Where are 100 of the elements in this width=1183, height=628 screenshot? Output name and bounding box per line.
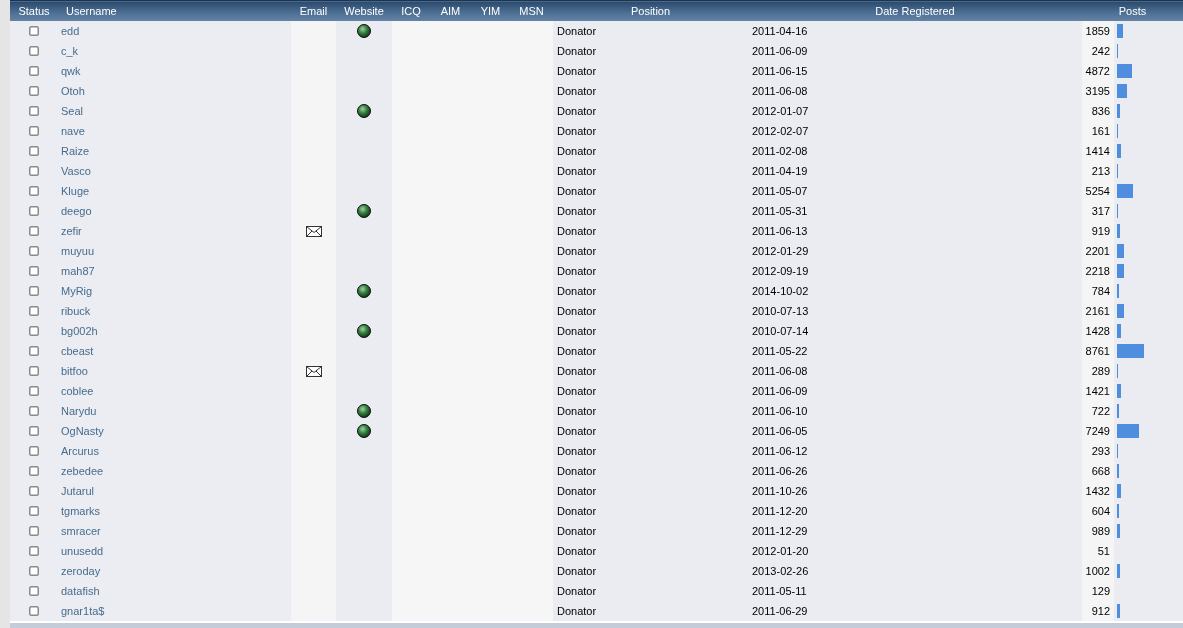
username-link[interactable]: gnar1ta$: [58, 605, 105, 617]
position-text: Donator: [557, 65, 597, 77]
post-count: 1002: [1085, 565, 1110, 577]
position-text: Donator: [557, 25, 597, 37]
username-link[interactable]: bg002h: [58, 325, 98, 337]
position-text: Donator: [557, 225, 597, 237]
position-text: Donator: [557, 165, 597, 177]
column-header[interactable]: Posts: [1118, 5, 1147, 17]
globe-icon[interactable]: [357, 24, 371, 38]
position-text: Donator: [557, 585, 597, 597]
registration-date: 2011-12-20: [752, 505, 808, 517]
position-text: Donator: [557, 385, 597, 397]
username-link[interactable]: unusedd: [58, 545, 104, 557]
post-count: 242: [1091, 45, 1110, 57]
username-link[interactable]: nave: [58, 125, 85, 137]
registration-date: 2011-04-19: [752, 165, 808, 177]
position-text: Donator: [557, 605, 597, 617]
post-count: 604: [1091, 505, 1110, 517]
position-text: Donator: [557, 425, 597, 437]
position-text: Donator: [557, 365, 597, 377]
post-count: 1859: [1085, 25, 1110, 37]
post-count: 213: [1091, 165, 1110, 177]
globe-icon[interactable]: [357, 424, 371, 438]
username-link[interactable]: smracer: [58, 525, 101, 537]
globe-icon[interactable]: [357, 104, 371, 118]
post-count: 912: [1091, 605, 1110, 617]
username-link[interactable]: Narydu: [58, 405, 97, 417]
username-link[interactable]: cbeast: [58, 345, 94, 357]
username-link[interactable]: MyRig: [58, 285, 93, 297]
username-link[interactable]: zeroday: [58, 565, 101, 577]
username-link[interactable]: coblee: [58, 385, 94, 397]
username-link[interactable]: mah87: [58, 265, 95, 277]
username-link[interactable]: muyuu: [58, 245, 95, 257]
username-link[interactable]: bitfoo: [58, 365, 88, 377]
post-count: 1414: [1085, 145, 1110, 157]
position-text: Donator: [557, 45, 597, 57]
position-text: Donator: [557, 305, 597, 317]
position-text: Donator: [557, 405, 597, 417]
post-count: 7249: [1085, 425, 1110, 437]
username-link[interactable]: qwk: [58, 65, 81, 77]
position-text: Donator: [557, 265, 597, 277]
globe-icon[interactable]: [357, 324, 371, 338]
registration-date: 2010-07-14: [752, 325, 809, 337]
registration-date: 2011-12-29: [752, 525, 808, 537]
post-count: 3195: [1085, 85, 1110, 97]
position-text: Donator: [557, 285, 597, 297]
position-text: Donator: [557, 345, 597, 357]
globe-icon[interactable]: [357, 284, 371, 298]
column-header[interactable]: Position: [630, 5, 671, 17]
position-text: Donator: [557, 505, 597, 517]
registration-date: 2013-02-26: [752, 565, 809, 577]
post-count: 668: [1091, 465, 1110, 477]
username-link[interactable]: Kluge: [58, 185, 90, 197]
username-link[interactable]: zefir: [58, 225, 82, 237]
registration-date: 2011-06-09: [752, 385, 808, 397]
username-link[interactable]: Otoh: [58, 85, 85, 97]
post-count: 836: [1091, 105, 1110, 117]
position-text: Donator: [557, 205, 597, 217]
post-count: 2218: [1085, 265, 1110, 277]
post-count: 1428: [1085, 325, 1110, 337]
username-link[interactable]: Raize: [58, 145, 90, 157]
registration-date: 2011-06-29: [752, 605, 808, 617]
username-link[interactable]: Vasco: [58, 165, 91, 177]
post-count: 919: [1091, 225, 1110, 237]
username-link[interactable]: Jutarul: [58, 485, 95, 497]
position-text: Donator: [557, 525, 597, 537]
globe-icon[interactable]: [357, 204, 371, 218]
username-link[interactable]: zebedee: [58, 465, 104, 477]
username-link[interactable]: Arcurus: [58, 445, 99, 457]
post-count: 989: [1091, 525, 1110, 537]
post-count: 51: [1097, 545, 1110, 557]
column-header[interactable]: Username: [66, 5, 117, 17]
post-count: 722: [1091, 405, 1110, 417]
post-count: 161: [1091, 125, 1110, 137]
registration-date: 2011-06-09: [752, 45, 808, 57]
username-link[interactable]: OgNasty: [58, 425, 104, 437]
registration-date: 2011-06-05: [752, 425, 808, 437]
envelope-icon[interactable]: [305, 365, 322, 377]
globe-icon[interactable]: [357, 404, 371, 418]
username-link[interactable]: c_k: [58, 45, 79, 57]
username-link[interactable]: deego: [58, 205, 92, 217]
registration-date: 2011-06-08: [752, 85, 808, 97]
username-link[interactable]: tgmarks: [58, 505, 101, 517]
username-link[interactable]: Seal: [58, 105, 84, 117]
registration-date: 2012-02-07: [752, 125, 809, 137]
post-count: 2161: [1085, 305, 1110, 317]
username-link[interactable]: ribuck: [58, 305, 91, 317]
username-link[interactable]: datafish: [58, 585, 100, 597]
envelope-icon[interactable]: [305, 225, 322, 237]
column-header[interactable]: Date Registered: [875, 5, 955, 17]
registration-date: 2012-01-20: [752, 545, 809, 557]
registration-date: 2011-06-15: [752, 65, 808, 77]
registration-date: 2011-05-22: [752, 345, 808, 357]
username-link[interactable]: edd: [58, 25, 80, 37]
registration-date: 2014-10-02: [752, 285, 809, 297]
position-text: Donator: [557, 445, 597, 457]
registration-date: 2011-05-31: [752, 205, 808, 217]
registration-date: 2011-02-08: [752, 145, 808, 157]
position-text: Donator: [557, 245, 597, 257]
position-text: Donator: [557, 485, 597, 497]
